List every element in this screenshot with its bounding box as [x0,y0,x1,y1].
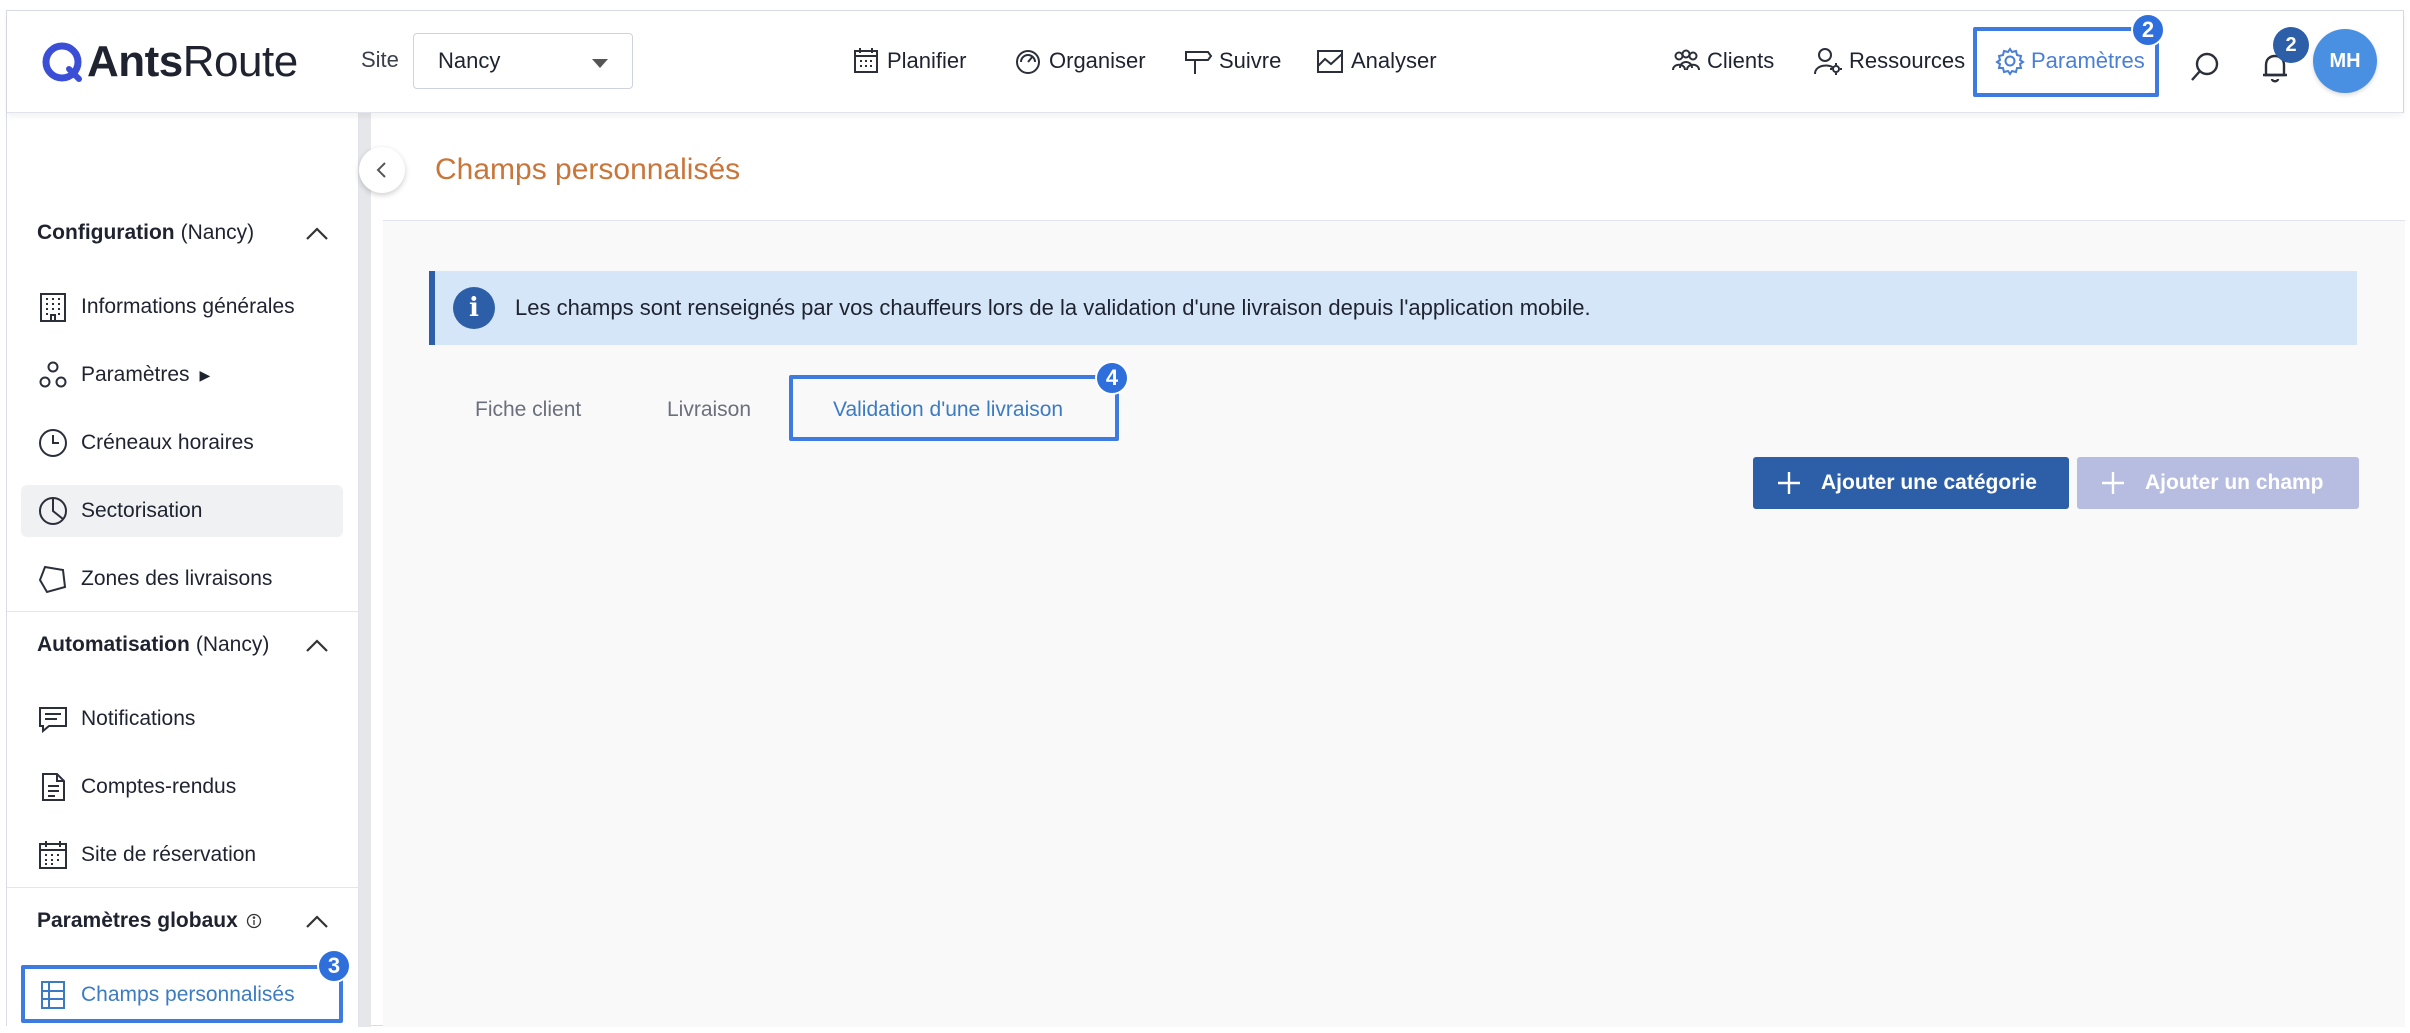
user-gear-icon [1814,48,1842,75]
logo-text: AntsRoute [87,37,298,86]
sidebar-item-parametres[interactable]: Paramètres ▶ [21,349,343,401]
nav-planifier[interactable]: Planifier [851,39,966,83]
section-configuration-subtitle: (Nancy) [180,221,255,244]
step-badge-parametres: 2 [2131,13,2165,47]
nav-analyser-label: Analyser [1351,48,1437,73]
nav-ressources-label: Ressources [1849,48,1966,73]
user-avatar[interactable]: MH [2313,29,2377,93]
chevron-down-icon [592,59,608,68]
step-badge-sidebar: 3 [317,949,351,983]
parametres-highlight [1973,27,2159,97]
people-icon [1672,49,1700,71]
site-select-value: Nancy [438,48,501,73]
tab-fiche-client[interactable]: Fiche client [475,381,581,439]
sidebar-item-comptes-rendus[interactable]: Comptes-rendus [21,761,343,813]
sidebar-item-label: Comptes-rendus [81,775,237,798]
champs-personnalises-highlight [21,965,343,1023]
pie-icon [39,497,67,525]
nav-clients-label: Clients [1707,48,1775,73]
add-field-button[interactable]: Ajouter un champ [2077,457,2359,509]
section-automatisation-subtitle: (Nancy) [195,633,270,656]
sidebar-item-sectorisation[interactable]: Sectorisation [21,485,343,537]
sidebar-item-zones-des-livraisons[interactable]: Zones des livraisons [21,553,343,605]
nav-organiser-label: Organiser [1049,48,1146,73]
logo-mark-icon [42,42,82,82]
main-content: i Les champs sont renseignés par vos cha… [383,221,2405,1027]
sidebar-item-site-de-reservation[interactable]: Site de réservation [21,829,343,881]
nav-analyser[interactable]: Analyser [1315,39,1437,83]
page-title: Champs personnalisés [435,153,741,186]
antsroute-logo[interactable]: AntsRoute [41,35,298,89]
section-configuration[interactable]: Configuration (Nancy) [37,213,337,253]
sidebar-item-label: Site de réservation [81,843,257,866]
sidebar-divider [7,887,359,888]
nav-suivre-label: Suivre [1219,48,1282,73]
step-badge-tab: 4 [1095,361,1129,395]
sidebar-scrollbar[interactable] [359,113,371,1027]
sidebar-item-label: Zones des livraisons [81,567,273,590]
nav-suivre[interactable]: Suivre [1183,39,1281,83]
sidebar-item-creneaux-horaires[interactable]: Créneaux horaires [21,417,343,469]
sidebar-item-label: Sectorisation [81,499,203,522]
add-category-label: Ajouter une catégorie [1821,471,2037,494]
top-navigation-bar: AntsRoute Site Nancy Planifier Organiser… [7,11,2403,113]
site-label: Site [361,47,399,72]
sidebar-item-label: Notifications [81,707,196,730]
nav-clients[interactable]: Clients [1671,39,1774,83]
sidebar-item-label: Créneaux horaires [81,431,254,454]
building-icon [40,293,66,322]
add-category-button[interactable]: Ajouter une catégorie [1753,457,2069,509]
message-icon [39,707,67,734]
sidebar-item-label: Informations générales [81,295,295,318]
section-parametres-globaux-title: Paramètres globaux [37,909,238,932]
settings-cluster-icon [39,361,67,388]
info-icon[interactable] [246,913,262,929]
section-parametres-globaux[interactable]: Paramètres globaux [37,901,337,941]
signpost-icon [1185,51,1213,74]
plus-icon [1778,472,1800,494]
calendar-grid-icon [39,841,67,869]
info-banner: i Les champs sont renseignés par vos cha… [429,271,2357,345]
notifications-count-badge: 2 [2273,27,2309,63]
chevron-left-icon [376,162,386,178]
sidebar-item-notifications[interactable]: Notifications [21,693,343,745]
calendar-icon [854,48,878,73]
sidebar-item-label: Paramètres [81,363,190,386]
info-circle-icon: i [453,287,495,329]
info-banner-text: Les champs sont renseignés par vos chauf… [515,295,1591,320]
submenu-arrow-icon: ▶ [199,366,211,383]
tab-livraison[interactable]: Livraison [667,381,751,439]
chart-icon [1317,50,1343,73]
add-field-label: Ajouter un champ [2145,471,2324,494]
chevron-up-icon[interactable] [305,911,328,933]
polygon-icon [38,565,67,594]
search-button[interactable] [2187,49,2227,89]
gauge-icon [1016,50,1040,74]
nav-planifier-label: Planifier [887,48,967,73]
sidebar-divider [7,611,359,612]
collapse-sidebar-button[interactable] [359,147,405,193]
site-select[interactable]: Nancy [413,33,633,89]
document-icon [42,773,65,801]
chevron-up-icon[interactable] [305,635,328,657]
search-icon [2191,52,2219,81]
chevron-up-icon[interactable] [305,223,328,245]
nav-organiser[interactable]: Organiser [1013,39,1146,83]
nav-ressources[interactable]: Ressources [1813,39,1965,83]
sidebar: Configuration (Nancy) Informations génér… [7,113,359,1027]
section-automatisation-title: Automatisation [37,633,190,656]
app-window: AntsRoute Site Nancy Planifier Organiser… [6,10,2405,1027]
clock-icon [39,429,67,457]
plus-icon [2102,472,2124,494]
sidebar-item-informations-generales[interactable]: Informations générales [21,281,343,333]
section-configuration-title: Configuration [37,221,175,244]
validation-tab-highlight [789,375,1119,441]
section-automatisation[interactable]: Automatisation (Nancy) [37,625,337,665]
page-header: Champs personnalisés [383,113,2405,221]
